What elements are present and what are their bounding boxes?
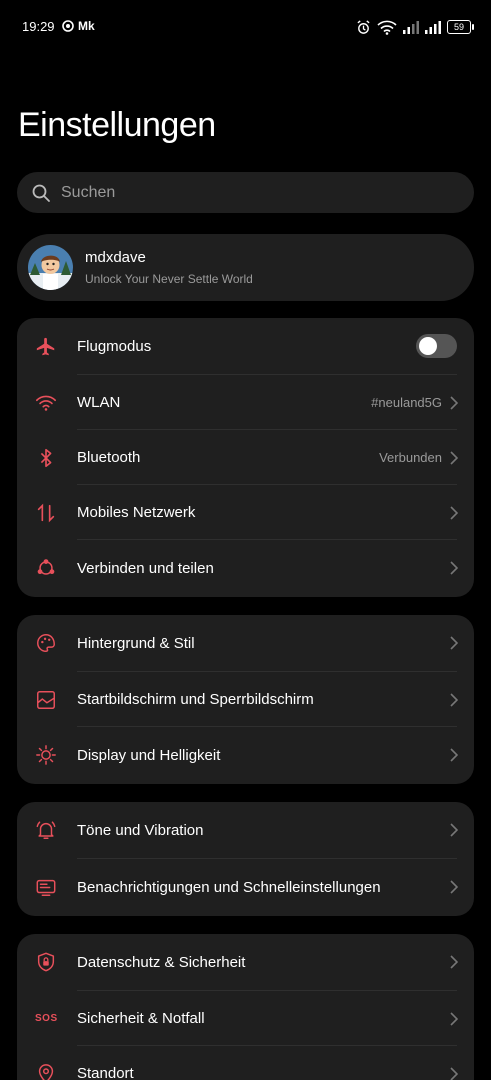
setting-sound-vibration[interactable]: Töne und Vibration [17,802,474,859]
status-icons: 59 [356,18,474,36]
setting-wlan[interactable]: WLAN #neuland5G [17,375,474,430]
setting-label: Töne und Vibration [77,822,204,839]
chevron-right-icon [450,636,458,650]
setting-location[interactable]: Standort [17,1046,474,1080]
profile-subtitle: Unlock Your Never Settle World [85,272,253,286]
setting-label: Flugmodus [77,338,152,355]
chevron-right-icon [450,451,458,465]
bluetooth-icon [40,448,52,468]
settings-group-privacy: Datenschutz & Sicherheit SOS Sicherheit … [17,934,474,1080]
setting-label: Benachrichtigungen und Schnelleinstellun… [77,879,381,896]
setting-home-lock-screen[interactable]: Startbildschirm und Sperrbildschirm [17,672,474,727]
status-bar: 19:29 Mk 59 [0,0,491,56]
setting-notifications[interactable]: Benachrichtigungen und Schnelleinstellun… [17,859,474,916]
chevron-right-icon [450,955,458,969]
chevron-right-icon [450,880,458,894]
settings-group-appearance: Hintergrund & Stil Startbildschirm und S… [17,615,474,784]
chevron-right-icon [450,506,458,520]
setting-mobile-network[interactable]: Mobiles Netzwerk [17,485,474,540]
shield-lock-icon [37,952,55,972]
sos-icon: SOS [35,1013,58,1024]
palette-icon [37,634,55,652]
setting-privacy-security[interactable]: Datenschutz & Sicherheit [17,934,474,991]
chevron-right-icon [450,823,458,837]
setting-display-brightness[interactable]: Display und Helligkeit [17,727,474,784]
chevron-right-icon [450,693,458,707]
setting-label: WLAN [77,394,121,411]
search-input[interactable] [59,182,443,203]
signal-icon [403,20,419,34]
settings-group-sound: Töne und Vibration Benachrichtigungen un… [17,802,474,916]
page-title: Einstellungen [18,106,216,144]
setting-label: Mobiles Netzwerk [77,504,196,521]
setting-label: Hintergrund & Stil [77,635,195,652]
chevron-right-icon [450,1012,458,1026]
avatar [28,245,73,290]
chevron-right-icon [450,1067,458,1080]
setting-label: Verbinden und teilen [77,560,214,577]
setting-value: Verbunden [379,450,442,465]
setting-safety-emergency[interactable]: SOS Sicherheit & Notfall [17,991,474,1046]
share-icon [37,559,55,575]
status-time: 19:29 [22,19,55,34]
location-icon [38,1064,54,1080]
setting-label: Display und Helligkeit [77,747,221,764]
setting-label: Standort [77,1065,134,1080]
setting-label: Startbildschirm und Sperrbildschirm [77,691,314,708]
battery-icon: 59 [447,20,474,34]
setting-value: #neuland5G [371,395,442,410]
chevron-right-icon [450,561,458,575]
alarm-icon [357,19,370,34]
setting-bluetooth[interactable]: Bluetooth Verbunden [17,430,474,485]
profile-name: mdxdave [85,249,146,266]
chevron-right-icon [450,748,458,762]
brightness-icon [36,745,56,765]
airplane-mode-toggle[interactable] [416,334,457,358]
settings-group-connectivity: Flugmodus WLAN #neuland5G Bluetooth Verb… [17,318,474,597]
wifi-icon [36,395,56,411]
setting-connect-share[interactable]: Verbinden und teilen [17,540,474,597]
setting-label: Bluetooth [77,449,141,466]
chevron-right-icon [450,396,458,410]
setting-label: Sicherheit & Notfall [77,1010,205,1027]
search-icon [32,184,50,202]
mobile-data-icon [37,503,55,523]
signal-icon [425,20,441,34]
setting-wallpaper-style[interactable]: Hintergrund & Stil [17,615,474,672]
carrier-badge: Mk [78,19,95,33]
profile-card[interactable]: mdxdave Unlock Your Never Settle World [17,234,474,301]
airplane-icon [36,337,55,356]
setting-label: Datenschutz & Sicherheit [77,954,246,971]
bell-icon [36,821,56,839]
search-bar[interactable] [17,172,474,213]
app-notification-icon [62,20,74,32]
wifi-icon [377,20,397,35]
wallpaper-icon [37,691,55,709]
notification-icon [36,879,56,896]
setting-airplane-mode[interactable]: Flugmodus [17,318,474,375]
